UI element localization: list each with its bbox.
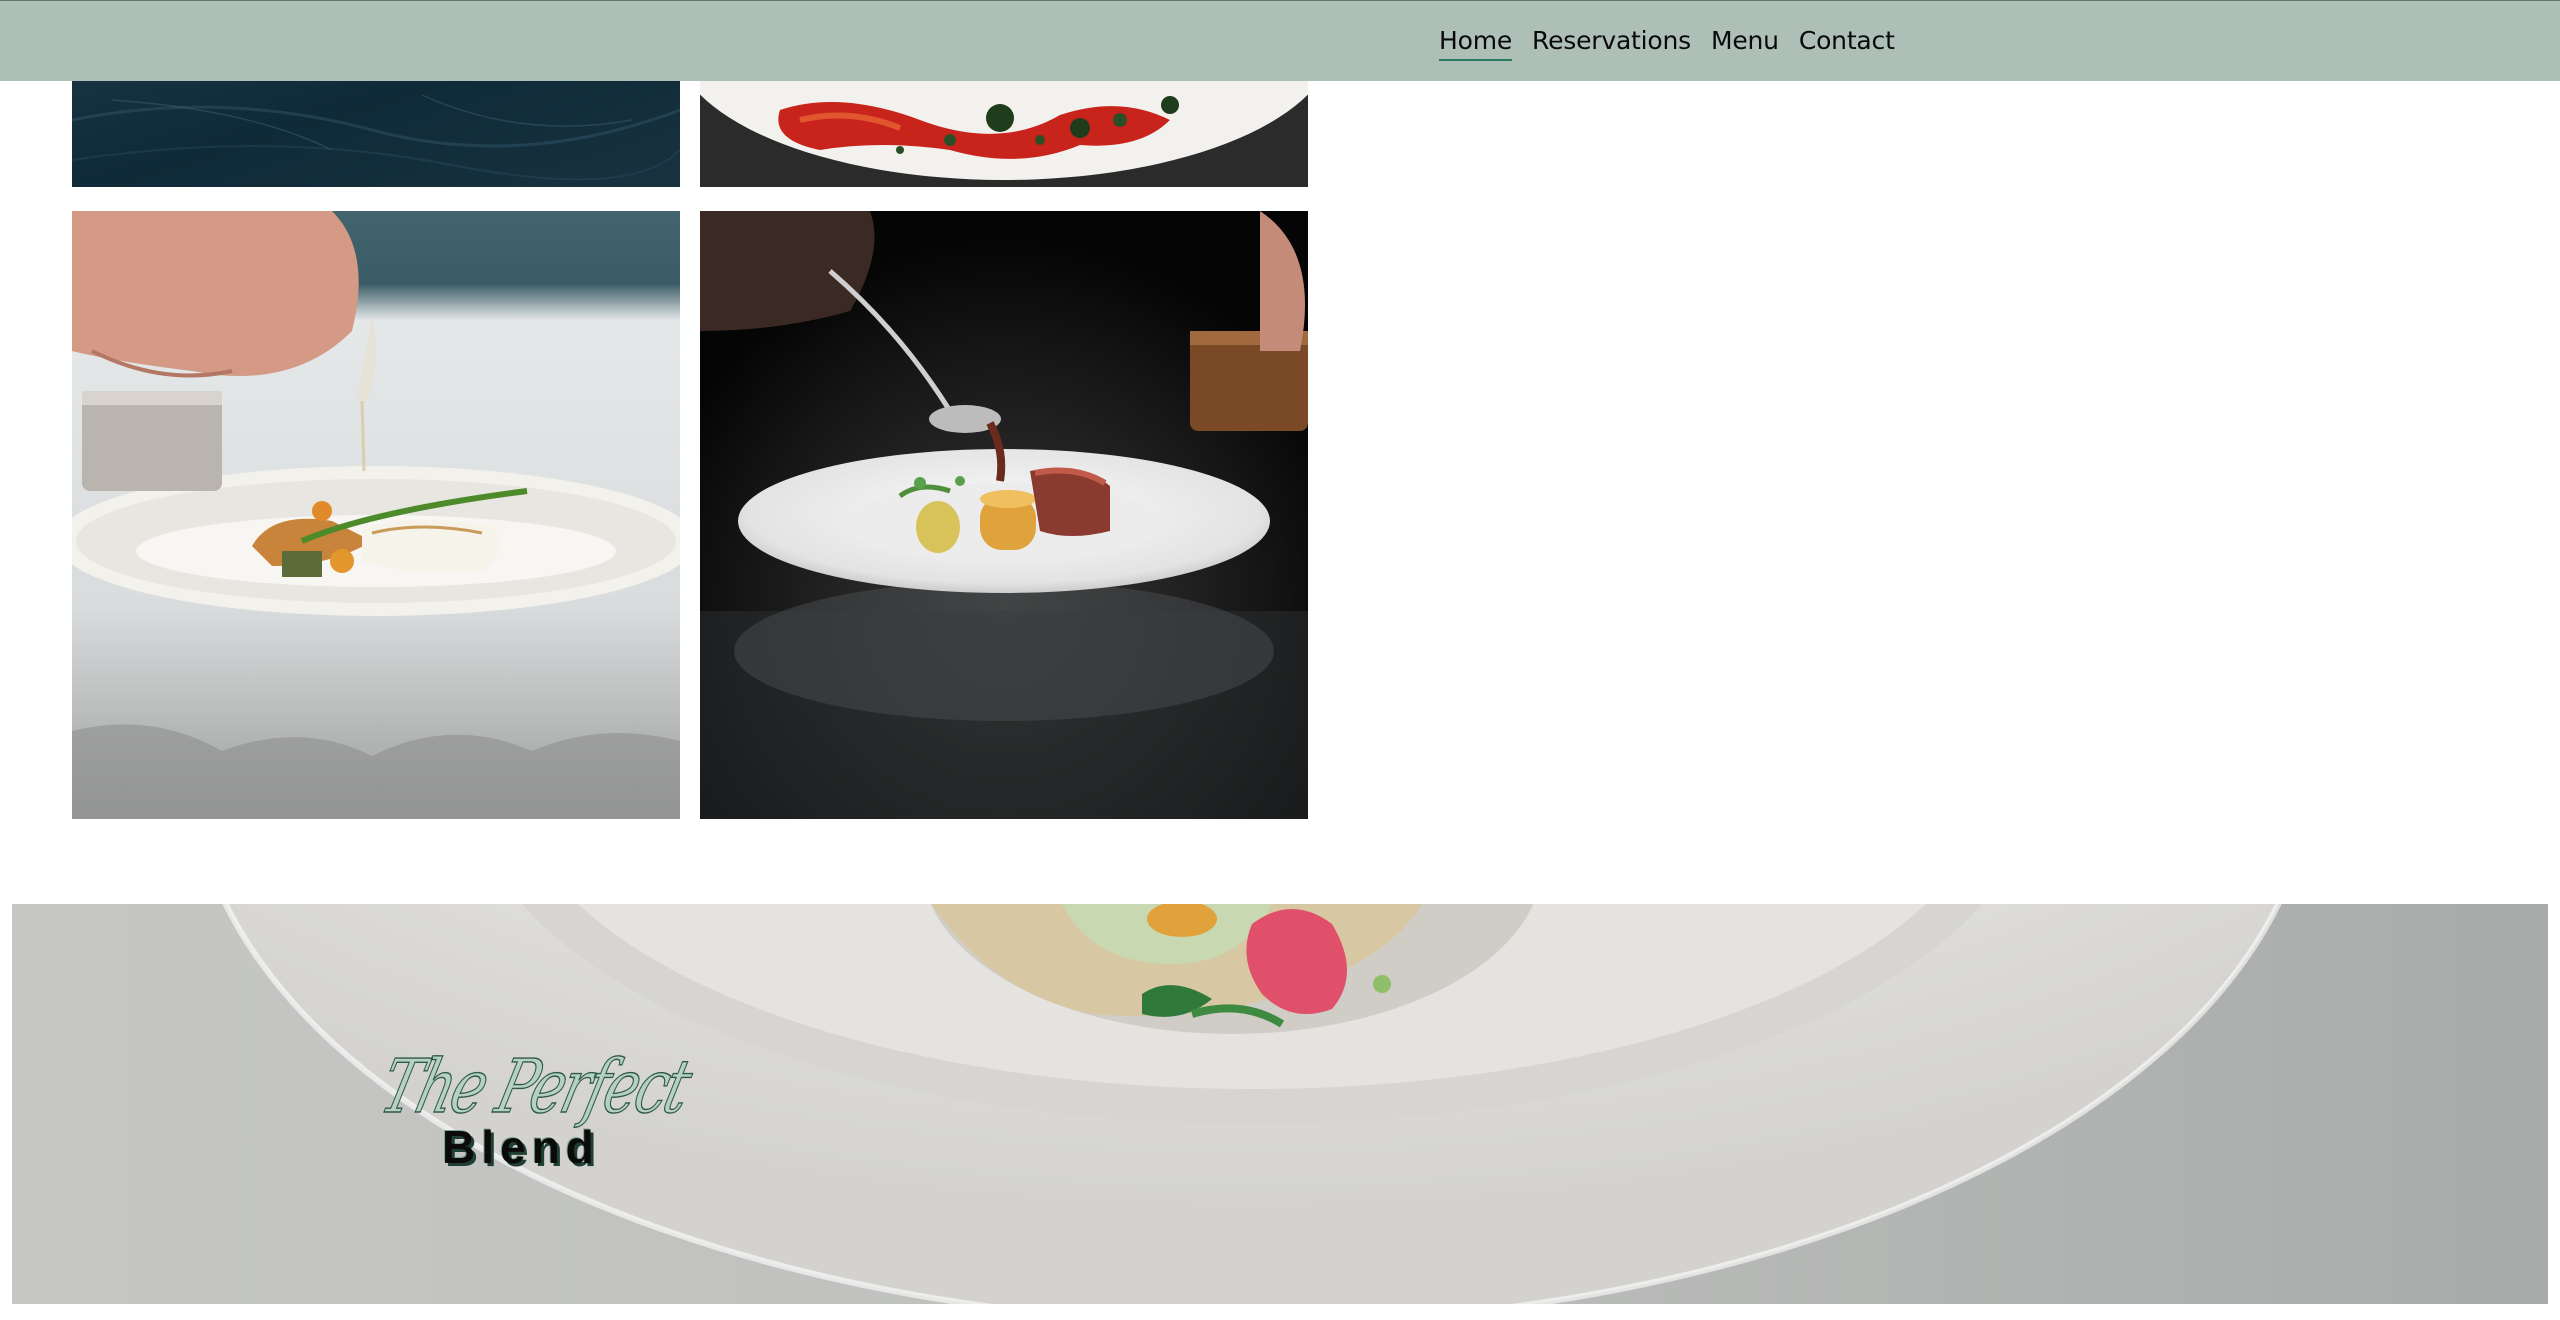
- logo-bold-text: Blend: [442, 1121, 600, 1173]
- gallery-image-chef-white-fish[interactable]: [72, 211, 680, 819]
- main-nav: Home Reservations Menu Contact: [1439, 1, 1895, 82]
- white-fish-dish-graphic: [72, 211, 680, 819]
- hero-banner: The Perfect Blend: [12, 904, 2548, 1304]
- nav-menu-link[interactable]: Menu: [1711, 26, 1779, 61]
- site-header: Home Reservations Menu Contact: [0, 0, 2560, 81]
- dark-plate-dish-graphic: [700, 211, 1308, 819]
- page: Home Reservations Menu Contact The Perfe…: [0, 0, 2560, 1320]
- nav-contact-link[interactable]: Contact: [1799, 26, 1895, 61]
- gallery-image-chef-dark-plate[interactable]: [700, 211, 1308, 819]
- brand-logo[interactable]: The Perfect Blend: [372, 1043, 702, 1184]
- nav-reservations-link[interactable]: Reservations: [1532, 26, 1691, 61]
- logo-script-text: The Perfect: [372, 1043, 698, 1130]
- nav-home-link[interactable]: Home: [1439, 26, 1512, 61]
